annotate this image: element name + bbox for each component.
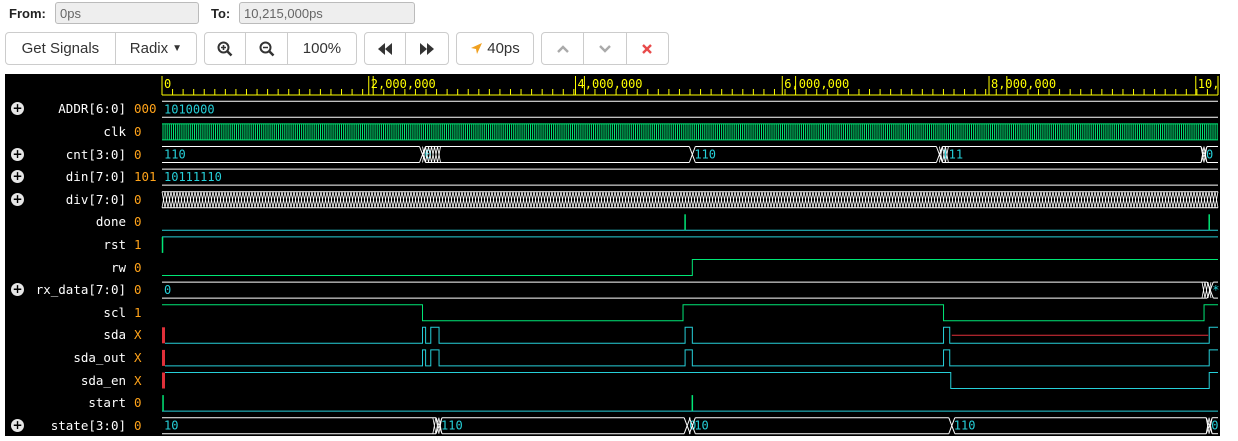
from-input[interactable] bbox=[55, 2, 199, 24]
zoom-out-button[interactable] bbox=[246, 33, 288, 64]
bit-trace bbox=[162, 259, 1218, 276]
bit-trace bbox=[165, 372, 1218, 389]
bus-value: 0 bbox=[1206, 148, 1213, 162]
bus-value: 1010000 bbox=[164, 102, 215, 116]
bus-value: 0 bbox=[1211, 419, 1218, 433]
fast-backward-icon bbox=[378, 42, 393, 55]
zoom-in-button[interactable] bbox=[205, 33, 247, 64]
edit-group bbox=[541, 32, 669, 65]
zoom-out-icon bbox=[259, 41, 275, 56]
zoom-in-icon bbox=[217, 41, 233, 56]
navigation-group bbox=[364, 32, 449, 65]
cursor-group: 40ps bbox=[456, 32, 534, 65]
undefined-marker bbox=[162, 372, 165, 389]
close-icon bbox=[642, 43, 653, 54]
bus-value: 110 bbox=[954, 419, 976, 433]
get-signals-label: Get Signals bbox=[21, 40, 100, 57]
chevron-up-icon bbox=[556, 44, 569, 53]
move-down-button[interactable] bbox=[584, 33, 627, 64]
bus-value: 10 bbox=[164, 419, 178, 433]
bus-value: 110 bbox=[164, 148, 186, 162]
fast-forward-icon bbox=[420, 42, 435, 55]
to-label: To: bbox=[211, 6, 231, 21]
waveform-viewer[interactable]: + ADDR[6:0] 000 clk 0 + cnt[3:0] 0 + din[7:0] 101 +… bbox=[5, 74, 1220, 436]
zoom-group: 100% bbox=[204, 32, 357, 65]
ruler-label: 4,000,000 bbox=[578, 77, 643, 91]
ruler-label: 10, bbox=[1198, 77, 1220, 91]
forward-button[interactable] bbox=[406, 33, 448, 64]
to-input[interactable] bbox=[239, 2, 415, 24]
bus-value: 10111110 bbox=[164, 170, 222, 184]
move-up-button[interactable] bbox=[542, 33, 585, 64]
bit-trace bbox=[162, 304, 1218, 322]
undefined-marker bbox=[162, 327, 165, 344]
time-range-bar: From: To: bbox=[0, 0, 1238, 30]
zoom-level-button[interactable]: 100% bbox=[288, 33, 356, 64]
waveform-canvas[interactable]: 0 2,000,000 4,000,000 6,000,000 8,000,000 10,… bbox=[5, 74, 1220, 436]
signals-group: Get Signals Radix ▼ bbox=[5, 32, 197, 65]
radix-button[interactable]: Radix ▼ bbox=[116, 33, 196, 64]
bus-value: 10 bbox=[694, 419, 708, 433]
bus-value: 110 bbox=[694, 148, 716, 162]
from-label: From: bbox=[9, 6, 46, 21]
chevron-down-icon bbox=[599, 44, 611, 53]
cursor-time-label: 40ps bbox=[487, 40, 520, 57]
ruler-label: 8,000,000 bbox=[991, 77, 1056, 91]
location-arrow-icon bbox=[471, 43, 483, 54]
zoom-level-label: 100% bbox=[302, 40, 342, 57]
ruler-label: 2,000,000 bbox=[371, 77, 436, 91]
cursor-time-button[interactable]: 40ps bbox=[457, 33, 533, 64]
ruler-label: 6,000,000 bbox=[784, 77, 849, 91]
bus-value: * bbox=[1212, 283, 1219, 297]
radix-label: Radix bbox=[129, 40, 169, 57]
remove-signal-button[interactable] bbox=[627, 33, 668, 64]
bit-trace bbox=[165, 349, 1218, 367]
caret-down-icon: ▼ bbox=[172, 43, 183, 54]
bus-value: 110 bbox=[441, 419, 463, 433]
get-signals-button[interactable]: Get Signals bbox=[6, 33, 116, 64]
toolbar: Get Signals Radix ▼ 100% 40ps bbox=[0, 32, 1238, 66]
rewind-button[interactable] bbox=[365, 33, 407, 64]
ruler-label: 0 bbox=[164, 77, 171, 91]
undefined-marker bbox=[162, 349, 165, 366]
bus-value: 0 bbox=[164, 283, 171, 297]
